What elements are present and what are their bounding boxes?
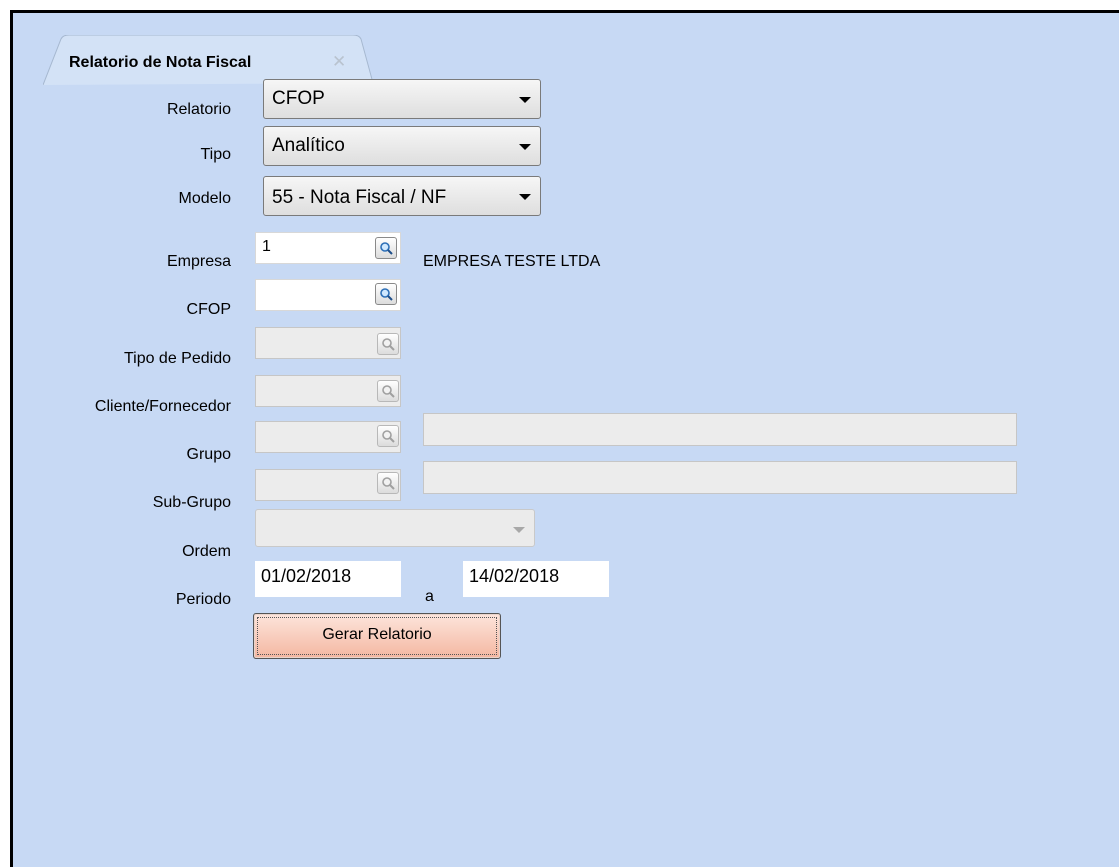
magnifier-icon [380, 288, 393, 301]
periodo-fim-field[interactable]: 14/02/2018 [463, 561, 609, 597]
empresa-search-button[interactable] [375, 237, 397, 259]
modelo-label: Modelo [178, 190, 231, 207]
magnifier-icon [382, 430, 395, 443]
chevron-down-icon [519, 144, 531, 150]
gerar-relatorio-label: Gerar Relatorio [322, 626, 432, 643]
magnifier-icon [380, 242, 393, 255]
modelo-select[interactable]: 55 - Nota Fiscal / NF [263, 176, 541, 216]
empresa-name: EMPRESA TESTE LTDA [423, 253, 601, 270]
tipo-pedido-label: Tipo de Pedido [123, 350, 231, 367]
cliente-fornecedor-label: Cliente/Fornecedor [94, 398, 231, 415]
relatorio-label: Relatorio [166, 101, 231, 118]
sub-grupo-search-button[interactable] [377, 472, 399, 494]
relatorio-select[interactable]: CFOP [263, 79, 541, 119]
tipo-select[interactable]: Analítico [263, 126, 541, 166]
empresa-label: Empresa [166, 253, 231, 270]
cfop-label: CFOP [186, 301, 231, 318]
periodo-label: Periodo [175, 591, 231, 608]
magnifier-icon [382, 477, 395, 490]
cfop-search-button[interactable] [375, 283, 397, 305]
report-panel: Relatorio de Nota Fiscal ✕ Relatorio CFO… [10, 10, 1119, 867]
magnifier-icon [382, 338, 395, 351]
modelo-value: 55 - Nota Fiscal / NF [272, 187, 447, 208]
tab-relatorio-nota-fiscal[interactable]: Relatorio de Nota Fiscal ✕ [43, 35, 373, 85]
periodo-separator: a [425, 588, 434, 605]
periodo-inicio-value: 01/02/2018 [261, 566, 352, 586]
sub-grupo-label: Sub-Grupo [152, 494, 231, 511]
gerar-relatorio-button[interactable]: Gerar Relatorio [253, 613, 501, 659]
tipo-pedido-search-button[interactable] [377, 333, 399, 355]
tab-title: Relatorio de Nota Fiscal [69, 54, 252, 71]
periodo-inicio-field[interactable]: 01/02/2018 [255, 561, 401, 597]
ordem-select[interactable] [255, 509, 535, 547]
chevron-down-icon [519, 194, 531, 200]
close-icon[interactable]: ✕ [332, 52, 346, 72]
chevron-down-icon [513, 527, 525, 533]
periodo-fim-value: 14/02/2018 [469, 566, 560, 586]
grupo-description-field [423, 413, 1017, 446]
grupo-search-button[interactable] [377, 425, 399, 447]
magnifier-icon [382, 385, 395, 398]
empresa-code-value: 1 [262, 238, 271, 255]
ordem-label: Ordem [182, 543, 231, 560]
grupo-label: Grupo [186, 446, 231, 463]
cliente-fornecedor-search-button[interactable] [377, 380, 399, 402]
tipo-label: Tipo [200, 146, 231, 163]
tipo-value: Analítico [272, 135, 345, 156]
sub-grupo-description-field [423, 461, 1017, 494]
chevron-down-icon [519, 97, 531, 103]
relatorio-value: CFOP [272, 88, 325, 109]
